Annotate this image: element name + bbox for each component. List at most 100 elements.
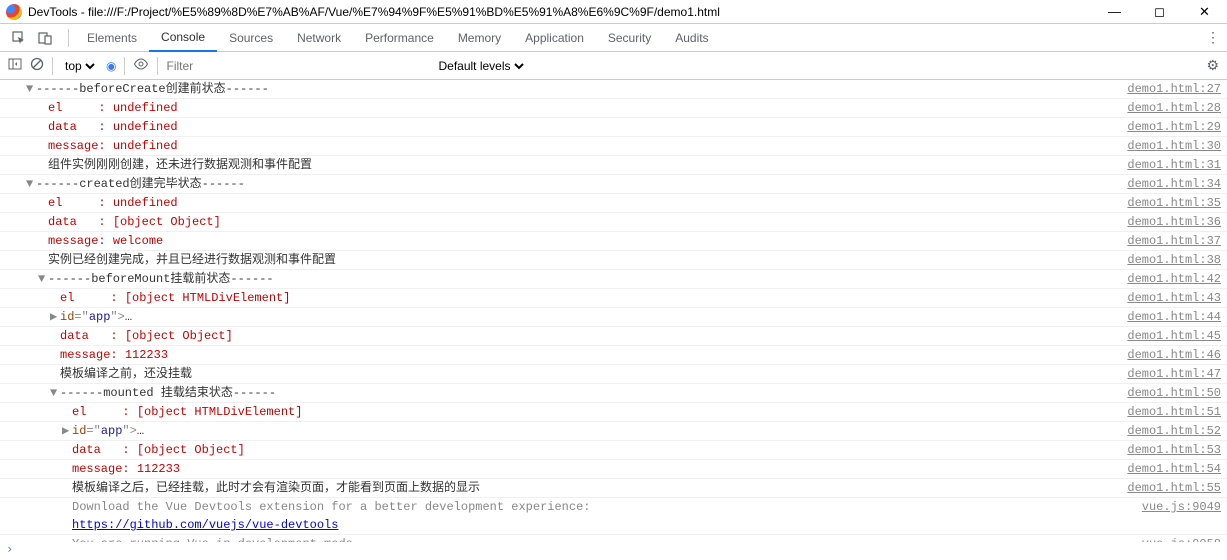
log-message: el : undefined [48, 194, 178, 212]
log-source-link[interactable]: demo1.html:29 [1117, 118, 1221, 136]
console-toolbar: top ◉ Default levels ⚙ [0, 52, 1227, 80]
log-source-link[interactable]: demo1.html:34 [1117, 175, 1221, 193]
console-row[interactable]: message: 112233demo1.html:46 [0, 346, 1227, 365]
chrome-icon [6, 4, 22, 20]
console-row[interactable]: 组件实例刚刚创建，还未进行数据观测和事件配置demo1.html:31 [0, 156, 1227, 175]
expand-arrow-icon[interactable]: ▶ [62, 422, 72, 440]
clear-console-icon[interactable] [30, 57, 44, 74]
log-source-link[interactable]: demo1.html:46 [1117, 346, 1221, 364]
log-source-link[interactable]: demo1.html:42 [1117, 270, 1221, 288]
tab-elements[interactable]: Elements [75, 24, 149, 52]
console-row[interactable]: ▶id="app">… demo1.html:52 [0, 422, 1227, 441]
context-select[interactable]: top [61, 58, 98, 74]
console-row[interactable]: Download the Vue Devtools extension for … [0, 498, 1227, 535]
console-row[interactable]: 模板编译之前，还没挂载 demo1.html:47 [0, 365, 1227, 384]
info-icon[interactable]: ◉ [106, 59, 116, 73]
console-row[interactable]: el : [object HTMLDivElement] demo1.html:4… [0, 289, 1227, 308]
tab-audits[interactable]: Audits [663, 24, 720, 52]
console-prompt[interactable]: › [0, 542, 1227, 560]
console-row[interactable]: data : undefineddemo1.html:29 [0, 118, 1227, 137]
log-source-link[interactable]: demo1.html:54 [1117, 460, 1221, 478]
log-source-link[interactable]: demo1.html:38 [1117, 251, 1221, 269]
log-message: Download the Vue Devtools extension for … [72, 498, 590, 534]
log-source-link[interactable]: demo1.html:44 [1117, 308, 1221, 326]
log-source-link[interactable]: demo1.html:36 [1117, 213, 1221, 231]
console-row[interactable]: ▼------created创建完毕状态------demo1.html:34 [0, 175, 1227, 194]
log-source-link[interactable]: demo1.html:52 [1117, 422, 1221, 440]
console-row[interactable]: You are running Vue in development mode.… [0, 535, 1227, 542]
console-row[interactable]: data : [object Object] demo1.html:45 [0, 327, 1227, 346]
log-source-link[interactable]: vue.js:9049 [1132, 498, 1221, 516]
log-source-link[interactable]: demo1.html:31 [1117, 156, 1221, 174]
log-message: el : [object HTMLDivElement] [72, 403, 302, 421]
eye-icon[interactable] [133, 58, 149, 73]
log-source-link[interactable]: demo1.html:30 [1117, 137, 1221, 155]
console-row[interactable]: message: welcome demo1.html:37 [0, 232, 1227, 251]
console-row[interactable]: ▶id="app">…demo1.html:44 [0, 308, 1227, 327]
tab-application[interactable]: Application [513, 24, 596, 52]
tab-security[interactable]: Security [596, 24, 663, 52]
sidebar-toggle-icon[interactable] [8, 57, 22, 74]
log-message: 模板编译之后，已经挂载，此时才会有渲染页面，才能看到页面上数据的显示 [72, 479, 480, 497]
log-source-link[interactable]: demo1.html:51 [1117, 403, 1221, 421]
gear-icon[interactable]: ⚙ [1206, 57, 1219, 74]
expand-arrow-icon[interactable]: ▼ [50, 384, 60, 402]
log-source-link[interactable]: demo1.html:50 [1117, 384, 1221, 402]
log-message: el : [object HTMLDivElement] [60, 289, 290, 307]
log-source-link[interactable]: demo1.html:37 [1117, 232, 1221, 250]
separator [157, 57, 158, 75]
log-message: ------mounted 挂载结束状态------ [60, 384, 276, 402]
log-source-link[interactable]: demo1.html:28 [1117, 99, 1221, 117]
console-row[interactable]: el : undefined demo1.html:35 [0, 194, 1227, 213]
window-title: DevTools - file:///F:/Project/%E5%89%8D%… [28, 5, 1092, 19]
expand-arrow-icon[interactable]: ▼ [38, 270, 48, 288]
log-message: id="app">… [72, 422, 144, 440]
console-row[interactable]: ▼------beforeCreate创建前状态------ demo1.html… [0, 80, 1227, 99]
minimize-button[interactable]: — [1092, 0, 1137, 24]
log-source-link[interactable]: demo1.html:55 [1117, 479, 1221, 497]
console-row[interactable]: 模板编译之后，已经挂载，此时才会有渲染页面，才能看到页面上数据的显示 demo1.… [0, 479, 1227, 498]
log-message: message: 112233 [72, 460, 180, 478]
log-source-link[interactable]: demo1.html:35 [1117, 194, 1221, 212]
console-row[interactable]: message: 112233 demo1.html:54 [0, 460, 1227, 479]
log-source-link[interactable]: demo1.html:27 [1117, 80, 1221, 98]
log-message: data : [object Object] [60, 327, 233, 345]
log-message: message: welcome [48, 232, 163, 250]
log-source-link[interactable]: demo1.html:43 [1117, 289, 1221, 307]
tab-sources[interactable]: Sources [217, 24, 285, 52]
log-source-link[interactable]: demo1.html:47 [1117, 365, 1221, 383]
close-button[interactable]: ✕ [1182, 0, 1227, 24]
expand-arrow-icon[interactable]: ▼ [26, 80, 36, 98]
console-row[interactable]: 实例已经创建完成，并且已经进行数据观测和事件配置demo1.html:38 [0, 251, 1227, 270]
inspect-icon[interactable] [10, 29, 28, 47]
log-message: 模板编译之前，还没挂载 [60, 365, 192, 383]
tab-network[interactable]: Network [285, 24, 353, 52]
log-message: ------beforeCreate创建前状态------ [36, 80, 269, 98]
log-source-link[interactable]: demo1.html:53 [1117, 441, 1221, 459]
expand-arrow-icon[interactable]: ▶ [50, 308, 60, 326]
more-icon[interactable]: ⋮ [1199, 29, 1227, 46]
levels-select[interactable]: Default levels [434, 58, 527, 74]
console-row[interactable]: data : [object Object]demo1.html:36 [0, 213, 1227, 232]
console-row[interactable]: message: undefineddemo1.html:30 [0, 137, 1227, 156]
tab-console[interactable]: Console [149, 24, 217, 52]
console-row[interactable]: el : [object HTMLDivElement] demo1.html:5… [0, 403, 1227, 422]
console-row[interactable]: data : [object Object] demo1.html:53 [0, 441, 1227, 460]
console-row[interactable]: ▼------mounted 挂载结束状态------ demo1.html:50 [0, 384, 1227, 403]
devtools-tabs: Elements Console Sources Network Perform… [0, 24, 1227, 52]
tab-performance[interactable]: Performance [353, 24, 446, 52]
console-row[interactable]: el : undefineddemo1.html:28 [0, 99, 1227, 118]
log-source-link[interactable]: vue.js:9058 [1132, 535, 1221, 542]
console-output[interactable]: ▼------beforeCreate创建前状态------demo1.html… [0, 80, 1227, 542]
filter-input[interactable] [166, 59, 426, 73]
tab-memory[interactable]: Memory [446, 24, 513, 52]
separator [124, 57, 125, 75]
log-message: You are running Vue in development mode.… [72, 535, 554, 542]
log-source-link[interactable]: demo1.html:45 [1117, 327, 1221, 345]
expand-arrow-icon[interactable]: ▼ [26, 175, 36, 193]
device-icon[interactable] [36, 29, 54, 47]
maximize-button[interactable]: ◻ [1137, 0, 1182, 24]
log-message: data : [object Object] [72, 441, 245, 459]
console-row[interactable]: ▼------beforeMount挂载前状态------demo1.html:… [0, 270, 1227, 289]
separator [68, 29, 69, 47]
